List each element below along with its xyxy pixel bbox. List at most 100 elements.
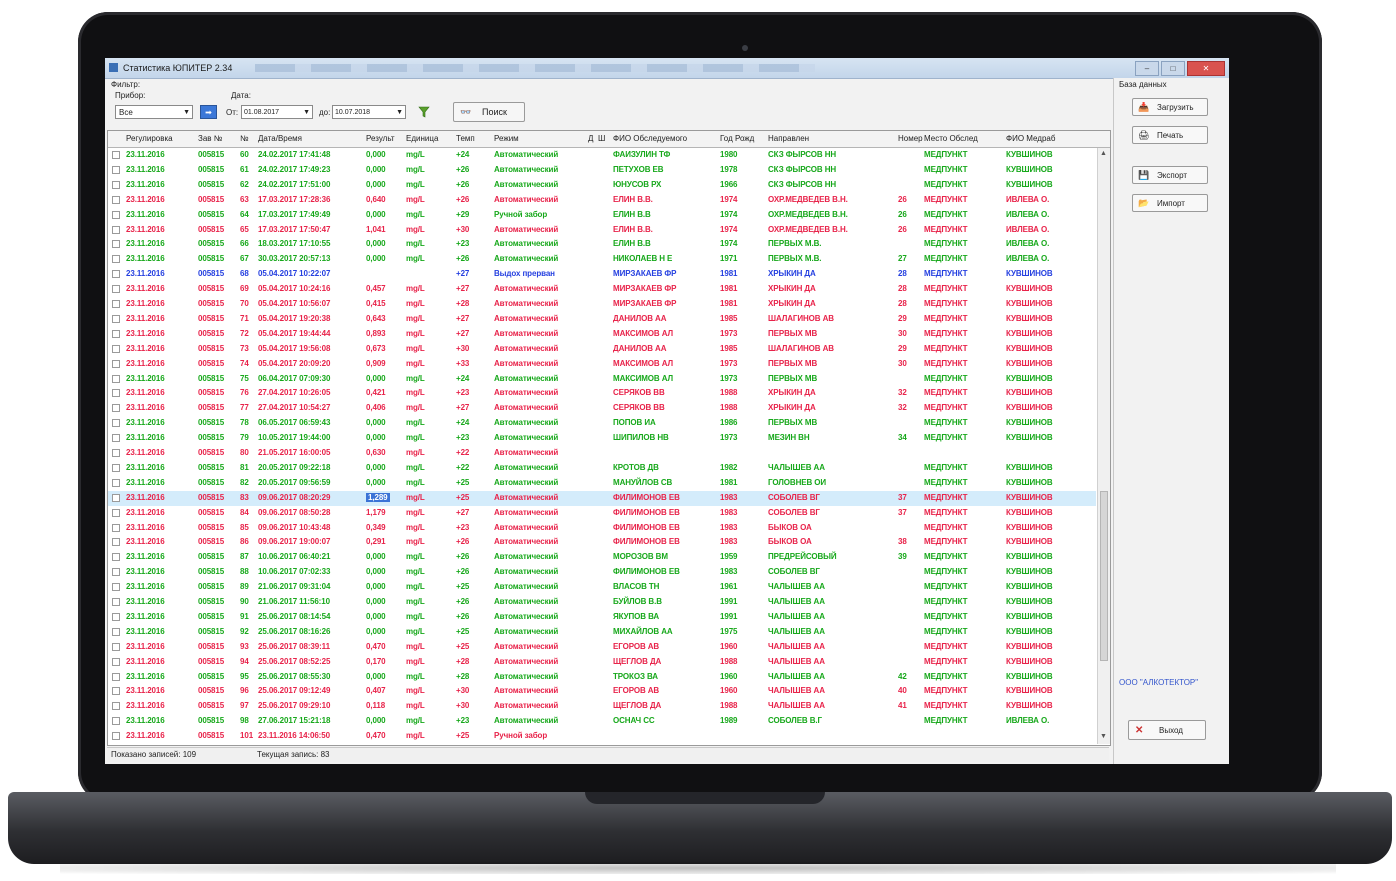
table-row[interactable]: 23.11.2016 005815 93 25.06.2017 08:39:11 0,4…: [108, 640, 1096, 655]
row-checkbox[interactable]: [112, 538, 120, 547]
table-row[interactable]: 23.11.2016 005815 95 25.06.2017 08:55:30 0,0…: [108, 670, 1096, 685]
row-checkbox[interactable]: [112, 225, 120, 234]
column-header[interactable]: Зав №: [198, 134, 222, 143]
table-row[interactable]: 23.11.2016 005815 68 05.04.2017 10:22:07 +27…: [108, 267, 1096, 282]
apply-device-button[interactable]: ➡: [200, 105, 217, 119]
scroll-down-icon[interactable]: ▼: [1100, 733, 1107, 740]
row-checkbox[interactable]: [112, 344, 120, 353]
row-checkbox[interactable]: [112, 329, 120, 338]
table-row[interactable]: 23.11.2016 005815 66 18.03.2017 17:10:55 0,0…: [108, 237, 1096, 252]
row-checkbox[interactable]: [112, 180, 120, 189]
row-checkbox[interactable]: [112, 419, 120, 428]
table-row[interactable]: 23.11.2016 005815 67 30.03.2017 20:57:13 0,0…: [108, 252, 1096, 267]
scroll-thumb[interactable]: [1100, 491, 1108, 661]
table-row[interactable]: 23.11.2016 005815 96 25.06.2017 09:12:49 0,4…: [108, 684, 1096, 699]
table-row[interactable]: 23.11.2016 005815 98 27.06.2017 15:21:18 0,0…: [108, 714, 1096, 729]
table-row[interactable]: 23.11.2016 005815 97 25.06.2017 09:29:10 0,1…: [108, 699, 1096, 714]
row-checkbox[interactable]: [112, 523, 120, 532]
column-header[interactable]: Единица: [406, 134, 438, 143]
table-row[interactable]: 23.11.2016 005815 72 05.04.2017 19:44:44 0,8…: [108, 327, 1096, 342]
row-checkbox[interactable]: [112, 657, 120, 666]
row-checkbox[interactable]: [112, 374, 120, 383]
date-to-input[interactable]: 10.07.2018 ▼: [332, 105, 406, 119]
table-row[interactable]: 23.11.2016 005815 71 05.04.2017 19:20:38 0,6…: [108, 312, 1096, 327]
table-row[interactable]: 23.11.2016 005815 85 09.06.2017 10:43:48 0,3…: [108, 521, 1096, 536]
column-header[interactable]: Регулировка: [126, 134, 173, 143]
table-row[interactable]: 23.11.2016 005815 92 25.06.2017 08:16:26 0,0…: [108, 625, 1096, 640]
maximize-button[interactable]: □: [1161, 61, 1185, 76]
load-button[interactable]: 📥 Загрузить: [1132, 98, 1208, 116]
table-row[interactable]: 23.11.2016 005815 61 24.02.2017 17:49:23 0,0…: [108, 163, 1096, 178]
device-select[interactable]: Все ▼: [115, 105, 193, 119]
row-checkbox[interactable]: [112, 508, 120, 517]
table-row[interactable]: 23.11.2016 005815 64 17.03.2017 17:49:49 0,0…: [108, 208, 1096, 223]
column-header[interactable]: Место Обслед: [924, 134, 978, 143]
scroll-up-icon[interactable]: ▲: [1100, 150, 1107, 157]
row-checkbox[interactable]: [112, 493, 120, 502]
table-row[interactable]: 23.11.2016 005815 83 09.06.2017 08:20:29 1,2…: [108, 490, 1096, 506]
column-header[interactable]: Ш: [598, 134, 605, 143]
row-checkbox[interactable]: [112, 672, 120, 681]
table-row[interactable]: 23.11.2016 005815 82 20.05.2017 09:56:59 0,0…: [108, 476, 1096, 491]
column-header[interactable]: ФИО Обследуемого: [613, 134, 687, 143]
row-checkbox[interactable]: [112, 359, 120, 368]
row-checkbox[interactable]: [112, 553, 120, 562]
row-checkbox[interactable]: [112, 210, 120, 219]
column-header[interactable]: №: [240, 134, 249, 143]
row-checkbox[interactable]: [112, 255, 120, 264]
table-row[interactable]: 23.11.2016 005815 79 10.05.2017 19:44:00 0,0…: [108, 431, 1096, 446]
exit-button[interactable]: ✕ Выход: [1128, 720, 1206, 740]
table-row[interactable]: 23.11.2016 005815 74 05.04.2017 20:09:20 0,9…: [108, 357, 1096, 372]
column-header[interactable]: Год Рожд: [720, 134, 754, 143]
column-header[interactable]: Направлен: [768, 134, 809, 143]
row-checkbox[interactable]: [112, 434, 120, 443]
table-row[interactable]: 23.11.2016 005815 84 09.06.2017 08:50:28 1,1…: [108, 506, 1096, 521]
row-checkbox[interactable]: [112, 449, 120, 457]
row-checkbox[interactable]: [112, 687, 120, 696]
search-button[interactable]: 👓 Поиск: [453, 102, 525, 122]
table-row[interactable]: 23.11.2016 005815 90 21.06.2017 11:56:10 0,0…: [108, 595, 1096, 610]
row-checkbox[interactable]: [112, 583, 120, 592]
table-row[interactable]: 23.11.2016 005815 77 27.04.2017 10:54:27 0,4…: [108, 401, 1096, 416]
table-row[interactable]: 23.11.2016 005815 75 06.04.2017 07:09:30 0,0…: [108, 372, 1096, 387]
row-checkbox[interactable]: [112, 627, 120, 636]
table-row[interactable]: 23.11.2016 005815 78 06.05.2017 06:59:43 0,0…: [108, 416, 1096, 431]
column-header[interactable]: Номер: [898, 134, 923, 143]
row-checkbox[interactable]: [112, 463, 120, 472]
row-checkbox[interactable]: [112, 478, 120, 487]
table-row[interactable]: 23.11.2016 005815 91 25.06.2017 08:14:54 0,0…: [108, 610, 1096, 625]
funnel-icon[interactable]: [418, 106, 430, 118]
row-checkbox[interactable]: [112, 300, 120, 308]
print-button[interactable]: 🖨 Печать: [1132, 126, 1208, 144]
table-row[interactable]: 23.11.2016 005815 89 21.06.2017 09:31:04 0,0…: [108, 580, 1096, 595]
row-checkbox[interactable]: [112, 612, 120, 621]
export-button[interactable]: 💾 Экспорт: [1132, 166, 1208, 184]
row-checkbox[interactable]: [112, 702, 120, 711]
row-checkbox[interactable]: [112, 270, 120, 279]
table-row[interactable]: 23.11.2016 005815 62 24.02.2017 17:51:00 0,0…: [108, 178, 1096, 193]
column-header[interactable]: Режим: [494, 134, 519, 143]
import-button[interactable]: 📂 Импорт: [1132, 194, 1208, 212]
table-row[interactable]: 23.11.2016 005815 63 17.03.2017 17:28:36 0,6…: [108, 193, 1096, 208]
row-checkbox[interactable]: [112, 404, 120, 413]
minimize-button[interactable]: –: [1135, 61, 1159, 76]
row-checkbox[interactable]: [112, 568, 120, 577]
table-row[interactable]: 23.11.2016 005815 87 10.06.2017 06:40:21 0,0…: [108, 550, 1096, 565]
row-checkbox[interactable]: [112, 285, 120, 294]
row-checkbox[interactable]: [112, 598, 120, 606]
table-row[interactable]: 23.11.2016 005815 81 20.05.2017 09:22:18 0,0…: [108, 461, 1096, 476]
table-row[interactable]: 23.11.2016 005815 80 21.05.2017 16:00:05 0,6…: [108, 446, 1096, 461]
row-checkbox[interactable]: [112, 717, 120, 726]
column-header[interactable]: Д: [588, 134, 593, 143]
table-row[interactable]: 23.11.2016 005815 70 05.04.2017 10:56:07 0,4…: [108, 297, 1096, 312]
row-checkbox[interactable]: [112, 165, 120, 174]
table-row[interactable]: 23.11.2016 005815 73 05.04.2017 19:56:08 0,6…: [108, 342, 1096, 357]
column-header[interactable]: Темп: [456, 134, 475, 143]
column-header[interactable]: ФИО Медраб: [1006, 134, 1055, 143]
vertical-scrollbar[interactable]: ▲ ▼: [1097, 148, 1110, 744]
table-row[interactable]: 23.11.2016 005815 76 27.04.2017 10:26:05 0,4…: [108, 386, 1096, 401]
date-from-input[interactable]: 01.08.2017 ▼: [241, 105, 313, 119]
row-checkbox[interactable]: [112, 642, 120, 651]
table-row[interactable]: 23.11.2016 005815 86 09.06.2017 19:00:07 0,2…: [108, 535, 1096, 550]
close-window-button[interactable]: ✕: [1187, 61, 1225, 76]
